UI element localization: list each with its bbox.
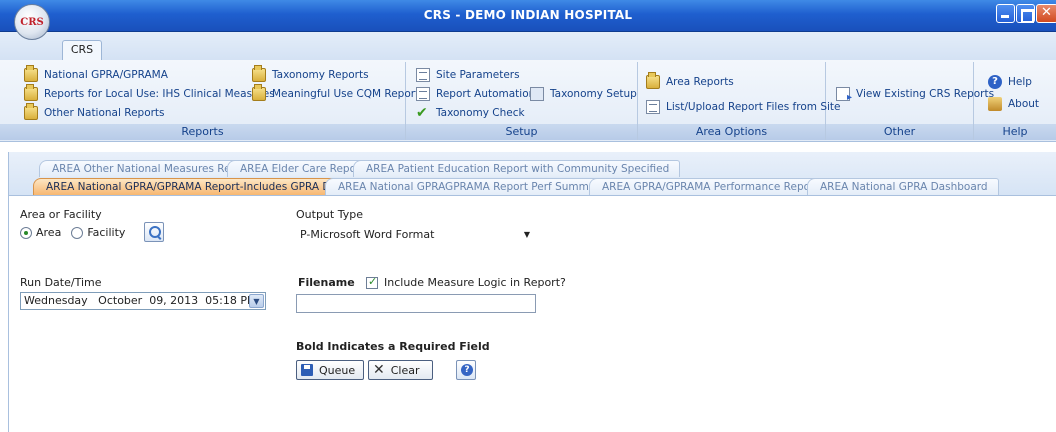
other-group: View Existing CRS Reports Other <box>826 62 994 140</box>
include-measure-logic-label: Include Measure Logic in Report? <box>384 276 566 289</box>
clear-button[interactable]: ✕ Clear <box>368 360 433 380</box>
taxonomy-reports-button[interactable]: Taxonomy Reports <box>252 65 369 84</box>
ribbon-item-label: List/Upload Report Files from Site <box>666 101 841 113</box>
setup-group-caption: Setup <box>406 124 637 140</box>
list-upload-report-files-button[interactable]: List/Upload Report Files from Site <box>646 98 840 116</box>
view-existing-crs-reports-button[interactable]: View Existing CRS Reports <box>836 85 994 103</box>
tab-national-gpra-includes-dev[interactable]: AREA National GPRA/GPRAMA Report-Include… <box>33 178 355 195</box>
ribbon-item-label: Help <box>1008 76 1032 88</box>
help-icon: ? <box>988 75 1002 89</box>
ribbon-item-label: About <box>1008 98 1040 110</box>
site-parameters-button[interactable]: Site Parameters <box>416 66 520 84</box>
ribbon-item-label: Taxonomy Reports <box>272 69 369 81</box>
filename-label: Filename <box>298 276 355 289</box>
area-options-group-caption: Area Options <box>638 124 825 140</box>
other-group-caption: Other <box>826 124 973 140</box>
area-facility-radio-group: Area Facility <box>20 226 125 239</box>
area-or-facility-label: Area or Facility <box>20 208 102 221</box>
ribbon: National GPRA/GPRAMA Reports for Local U… <box>0 60 1056 142</box>
chevron-down-icon[interactable]: ▼ <box>249 294 264 308</box>
reports-group: National GPRA/GPRAMA Reports for Local U… <box>0 62 425 140</box>
window-title: CRS - DEMO INDIAN HOSPITAL <box>423 8 633 22</box>
ribbon-item-label: Report Automation <box>436 88 536 100</box>
local-use-reports-button[interactable]: Reports for Local Use: IHS Clinical Meas… <box>24 84 275 103</box>
title-bar: CRS - DEMO INDIAN HOSPITAL <box>0 0 1056 32</box>
taxonomy-setup-button[interactable]: Taxonomy Setup <box>530 85 637 103</box>
tab-national-gpra-dashboard[interactable]: AREA National GPRA Dashboard <box>807 178 999 195</box>
area-radio-label: Area <box>36 226 62 239</box>
queue-button-label: Queue <box>319 363 356 377</box>
ribbon-item-label: Other National Reports <box>44 107 165 119</box>
content-border <box>8 196 9 432</box>
facility-radio-label: Facility <box>87 226 126 239</box>
document-tab-strip: AREA Other National Measures Report AREA… <box>8 152 1056 196</box>
other-national-reports-button[interactable]: Other National Reports <box>24 103 165 122</box>
help-group: ? Help About Help <box>974 62 1056 140</box>
close-icon: ✕ <box>373 362 385 378</box>
ribbon-item-label: Taxonomy Setup <box>550 88 637 100</box>
national-gpra-gprama-button[interactable]: National GPRA/GPRAMA <box>24 65 168 84</box>
output-type-value: P-Microsoft Word Format <box>300 228 435 241</box>
ribbon-item-label: Reports for Local Use: IHS Clinical Meas… <box>44 88 275 100</box>
ribbon-tab-crs[interactable]: CRS <box>62 40 102 60</box>
reports-group-caption: Reports <box>0 124 405 140</box>
facility-radio[interactable] <box>71 226 84 239</box>
ribbon-item-label: Taxonomy Check <box>436 107 525 119</box>
tab-patient-education[interactable]: AREA Patient Education Report with Commu… <box>353 160 681 177</box>
document-icon <box>416 87 430 101</box>
run-datetime-value: Wednesday October 09, 2013 05:18 PM <box>24 294 257 307</box>
ribbon-item-label: Site Parameters <box>436 69 520 81</box>
app-menu-button[interactable]: CRS <box>14 4 50 40</box>
ribbon-item-label: Area Reports <box>666 76 734 88</box>
folder-icon <box>24 103 38 120</box>
setup-group: Site Parameters Report Automation Taxono… <box>406 62 638 140</box>
checkmark-icon: ✔ <box>416 105 428 121</box>
folder-icon <box>252 65 266 82</box>
output-type-select[interactable]: P-Microsoft Word Format ▼ <box>296 226 534 244</box>
area-radio[interactable] <box>20 226 32 239</box>
about-button[interactable]: About <box>988 95 1039 113</box>
filename-input[interactable] <box>296 294 536 313</box>
folder-icon <box>646 72 660 89</box>
include-measure-logic-checkbox[interactable] <box>366 275 378 289</box>
report-view-icon <box>836 87 852 103</box>
folder-icon <box>24 65 38 82</box>
ribbon-item-label: National GPRA/GPRAMA <box>44 69 168 81</box>
help-button[interactable]: ? Help <box>988 73 1032 91</box>
document-icon <box>416 68 430 82</box>
folder-icon <box>24 84 38 101</box>
tab-gpra-performance-report[interactable]: AREA GPRA/GPRAMA Performance Report <box>589 178 830 195</box>
report-automation-button[interactable]: Report Automation <box>416 85 535 103</box>
run-datetime-picker[interactable]: Wednesday October 09, 2013 05:18 PM ▼ <box>20 292 266 310</box>
meaningful-use-cqm-button[interactable]: Meaningful Use CQM Reports <box>252 84 425 103</box>
search-facility-button[interactable] <box>144 222 164 242</box>
folder-icon <box>252 84 266 101</box>
save-icon <box>301 364 313 376</box>
queue-button[interactable]: Queue <box>296 360 365 380</box>
help-group-caption: Help <box>974 124 1056 140</box>
app-logo: CRS <box>20 16 44 28</box>
area-options-group: Area Reports List/Upload Report Files fr… <box>638 62 840 140</box>
taxonomy-icon <box>530 87 544 101</box>
minimize-button[interactable] <box>996 4 1015 23</box>
tab-national-gpra-perf-summaries[interactable]: AREA National GPRAGPRAMA Report Perf Sum… <box>325 178 626 195</box>
form-help-button[interactable] <box>456 360 476 380</box>
close-button[interactable] <box>1036 4 1056 23</box>
area-reports-button[interactable]: Area Reports <box>646 72 734 91</box>
document-icon <box>646 100 660 114</box>
clear-button-label: Clear <box>390 363 420 377</box>
maximize-button[interactable] <box>1016 4 1035 23</box>
output-type-label: Output Type <box>296 208 363 221</box>
required-field-note: Bold Indicates a Required Field <box>296 340 490 353</box>
taxonomy-check-button[interactable]: ✔ Taxonomy Check <box>416 104 525 122</box>
run-datetime-label: Run Date/Time <box>20 276 102 289</box>
ribbon-tab-strip: CRS <box>0 32 1056 60</box>
ribbon-item-label: Meaningful Use CQM Reports <box>272 88 425 100</box>
about-icon <box>988 97 1002 111</box>
chevron-down-icon: ▼ <box>523 230 530 239</box>
